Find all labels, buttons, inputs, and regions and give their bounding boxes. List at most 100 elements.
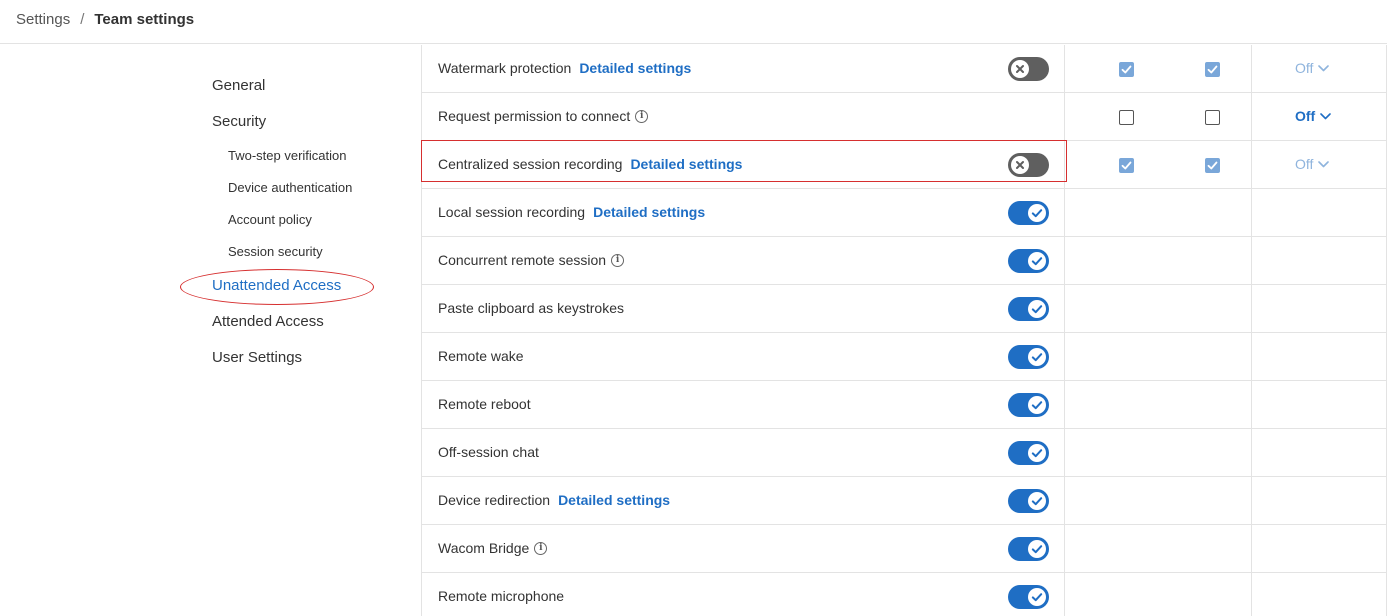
column-divider (1064, 525, 1065, 573)
check-icon (1028, 252, 1046, 270)
setting-row-centralized-session-recording: Centralized session recording Detailed se… (422, 141, 1387, 189)
setting-row-concurrent-remote-session: Concurrent remote session i (422, 237, 1387, 285)
checkbox-request-permission-to-connect-col-1[interactable] (1119, 110, 1134, 125)
check-icon (1028, 444, 1046, 462)
sidebar-nav: General Security Two-step verification D… (0, 45, 420, 616)
column-divider (1064, 381, 1065, 429)
column-divider (1251, 45, 1252, 93)
info-icon[interactable]: i (534, 541, 548, 555)
column-divider (1251, 333, 1252, 381)
checkbox-watermark-protection-col-2[interactable] (1205, 62, 1220, 77)
checkbox-request-permission-to-connect-col-2[interactable] (1205, 110, 1220, 125)
toggle-switch-wacom-bridge[interactable] (1008, 537, 1049, 561)
setting-label: Concurrent remote session (438, 252, 607, 268)
check-icon (1028, 492, 1046, 510)
setting-row-remote-reboot: Remote reboot (422, 381, 1387, 429)
column-divider (1251, 573, 1252, 616)
toggle-switch-centralized-session-recording[interactable] (1008, 153, 1049, 177)
setting-label: Local session recording (438, 204, 586, 220)
sidebar-item-general[interactable]: General (212, 76, 265, 96)
detailed-settings-link[interactable]: Detailed settings (558, 490, 670, 510)
setting-label: Device redirection (438, 492, 551, 508)
breadcrumb-current: Team settings (94, 11, 195, 28)
check-icon (1028, 396, 1046, 414)
toggle-switch-paste-clipboard-as-keystrokes[interactable] (1008, 297, 1049, 321)
sidebar-item-user-settings[interactable]: User Settings (212, 348, 302, 368)
sidebar-item-attended-access[interactable]: Attended Access (212, 312, 324, 332)
column-divider (1064, 285, 1065, 333)
dropdown-watermark-protection[interactable]: Off (1295, 58, 1330, 78)
detailed-settings-link[interactable]: Detailed settings (579, 58, 691, 78)
column-divider (1064, 477, 1065, 525)
setting-label-container: Remote reboot (438, 394, 531, 414)
column-divider (1251, 141, 1252, 189)
setting-label-container: Concurrent remote session i (438, 250, 625, 270)
setting-label: Centralized session recording (438, 156, 623, 172)
toggle-switch-remote-microphone[interactable] (1008, 585, 1049, 609)
setting-row-local-session-recording: Local session recording Detailed settings (422, 189, 1387, 237)
setting-label: Paste clipboard as keystrokes (438, 300, 624, 316)
setting-row-paste-clipboard-as-keystrokes: Paste clipboard as keystrokes (422, 285, 1387, 333)
dropdown-value: Off (1295, 60, 1314, 76)
toggle-switch-device-redirection[interactable] (1008, 489, 1049, 513)
sidebar-item-account-policy[interactable]: Account policy (228, 210, 312, 230)
check-icon (1028, 588, 1046, 606)
toggle-switch-remote-wake[interactable] (1008, 345, 1049, 369)
setting-label: Remote reboot (438, 396, 531, 412)
column-divider (1251, 381, 1252, 429)
column-divider (1251, 189, 1252, 237)
chevron-down-icon (1313, 64, 1330, 72)
setting-label-container: Device redirection Detailed settings (438, 490, 670, 510)
setting-row-off-session-chat: Off-session chat (422, 429, 1387, 477)
dropdown-centralized-session-recording[interactable]: Off (1295, 154, 1330, 174)
info-icon[interactable]: i (635, 109, 649, 123)
toggle-switch-concurrent-remote-session[interactable] (1008, 249, 1049, 273)
detailed-settings-link[interactable]: Detailed settings (630, 154, 742, 174)
check-icon (1028, 540, 1046, 558)
setting-label: Request permission to connect (438, 108, 631, 124)
column-divider (1064, 93, 1065, 141)
setting-label-container: Remote microphone (438, 586, 564, 606)
toggle-switch-local-session-recording[interactable] (1008, 201, 1049, 225)
sidebar-item-session-security[interactable]: Session security (228, 242, 323, 262)
chevron-down-icon (1315, 112, 1332, 120)
setting-label-container: Off-session chat (438, 442, 539, 462)
check-icon (1028, 300, 1046, 318)
toggle-switch-off-session-chat[interactable] (1008, 441, 1049, 465)
setting-row-wacom-bridge: Wacom Bridge i (422, 525, 1387, 573)
setting-label: Remote microphone (438, 588, 565, 604)
info-icon[interactable]: i (611, 253, 625, 267)
check-icon (1028, 204, 1046, 222)
checkbox-watermark-protection-col-1[interactable] (1119, 62, 1134, 77)
checkbox-centralized-session-recording-col-2[interactable] (1205, 158, 1220, 173)
chevron-down-icon (1313, 160, 1330, 168)
setting-label-container: Request permission to connect i (438, 106, 649, 126)
setting-label: Remote wake (438, 348, 524, 364)
sidebar-item-device-authentication[interactable]: Device authentication (228, 178, 352, 198)
breadcrumb: Settings / Team settings (16, 11, 194, 29)
column-divider (1251, 237, 1252, 285)
setting-label: Watermark protection (438, 60, 572, 76)
column-divider (1064, 189, 1065, 237)
column-divider (1064, 333, 1065, 381)
column-divider (1251, 477, 1252, 525)
toggle-switch-watermark-protection[interactable] (1008, 57, 1049, 81)
dropdown-request-permission-to-connect[interactable]: Off (1295, 106, 1332, 126)
column-divider (1064, 45, 1065, 93)
close-icon (1011, 60, 1029, 78)
setting-row-request-permission-to-connect: Request permission to connect i Off (422, 93, 1387, 141)
sidebar-item-two-step-verification[interactable]: Two-step verification (228, 146, 347, 166)
setting-label: Wacom Bridge (438, 540, 530, 556)
column-divider (1251, 429, 1252, 477)
checkbox-centralized-session-recording-col-1[interactable] (1119, 158, 1134, 173)
breadcrumb-settings-link[interactable]: Settings (16, 11, 70, 29)
toggle-switch-remote-reboot[interactable] (1008, 393, 1049, 417)
sidebar-item-security[interactable]: Security (212, 112, 266, 132)
column-divider (1251, 285, 1252, 333)
column-divider (1064, 141, 1065, 189)
sidebar-item-unattended-access[interactable]: Unattended Access (212, 276, 341, 296)
detailed-settings-link[interactable]: Detailed settings (593, 202, 705, 222)
breadcrumb-separator: / (80, 11, 85, 28)
setting-label: Off-session chat (438, 444, 539, 460)
setting-label-container: Watermark protection Detailed settings (438, 58, 691, 78)
